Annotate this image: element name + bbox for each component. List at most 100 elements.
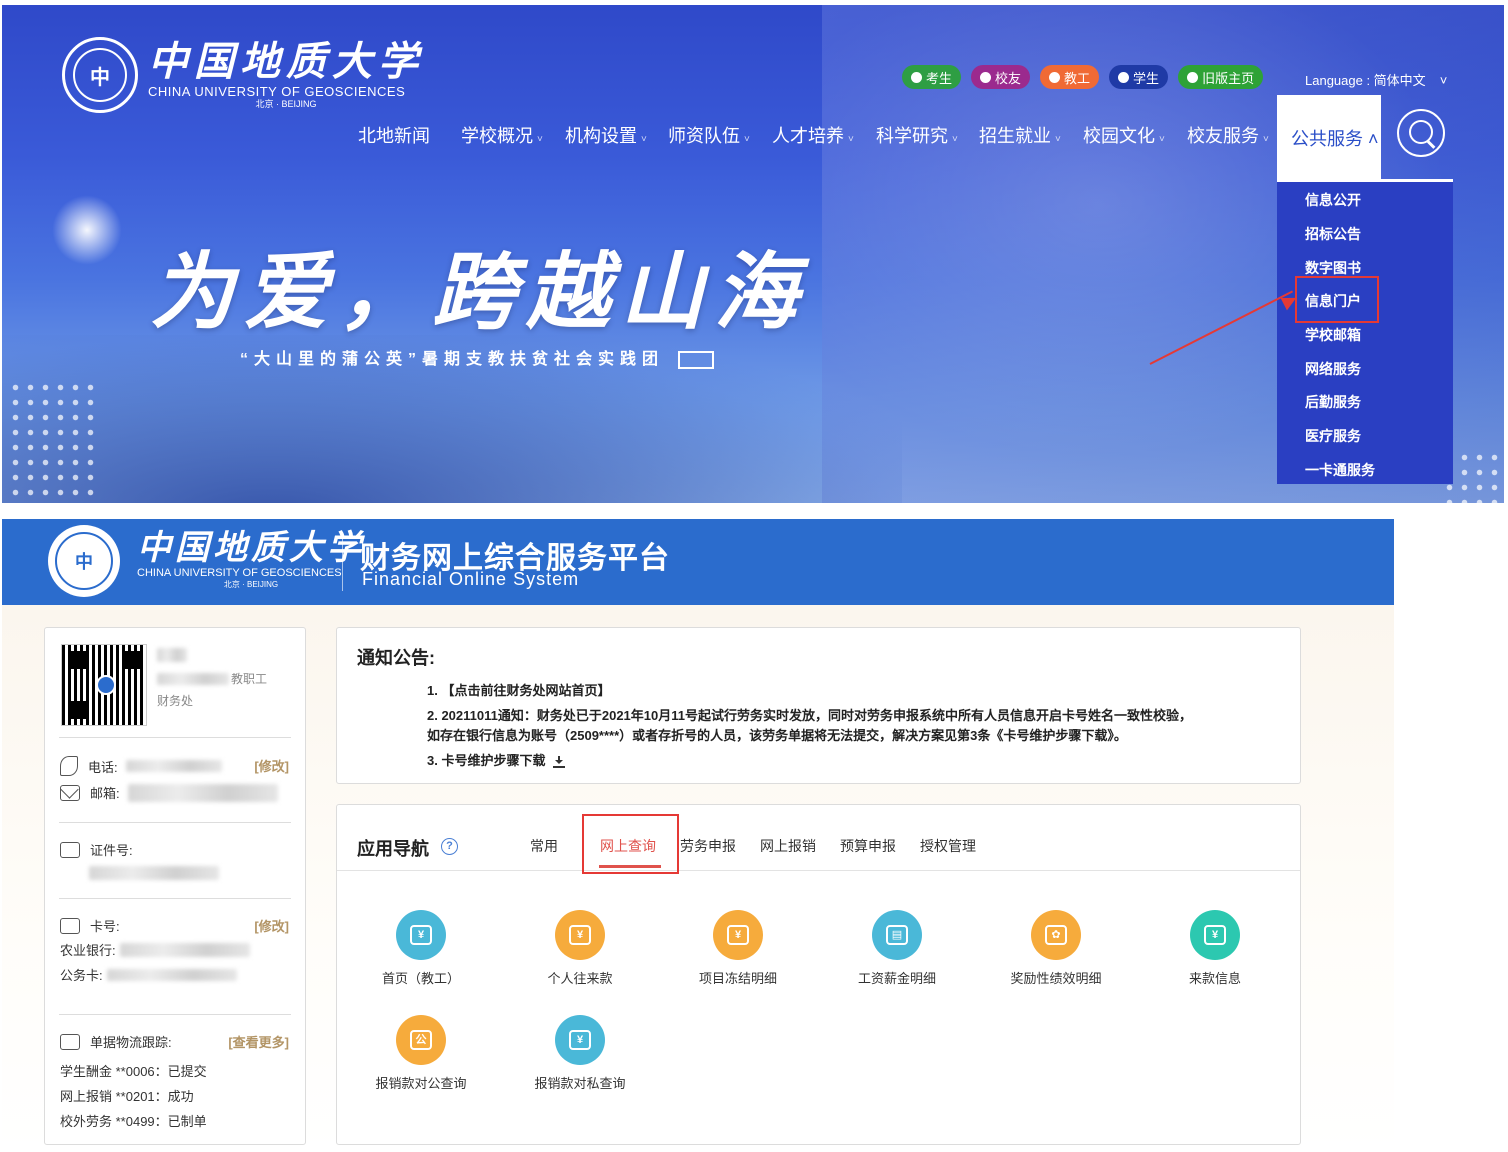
tab-budget-declaration[interactable]: 预算申报 <box>840 836 896 856</box>
phone-icon <box>60 756 78 776</box>
app-reimbursement-public[interactable]: 公 报销款对公查询 <box>346 1015 496 1092</box>
quick-link-old-homepage[interactable]: 旧版主页 <box>1178 65 1264 89</box>
app-navigation-panel: 应用导航 ? 常用 网上查询 劳务申报 网上报销 预算申报 授权管理 ¥ 首页（… <box>336 804 1301 1145</box>
dropdown-item-tender[interactable]: 招标公告 <box>1305 224 1361 244</box>
system-subtitle: Financial Online System <box>362 569 580 589</box>
notice-title: 通知公告: <box>357 648 435 668</box>
university-city: 北京 · BEIJING <box>255 99 317 109</box>
university-seal-icon: 中 <box>62 37 138 113</box>
student-icon <box>1118 71 1130 83</box>
app-salary-details[interactable]: ▤ 工资薪金明细 <box>822 910 972 987</box>
medal-icon: ✿ <box>1031 910 1081 960</box>
official-card-row: 公务卡: <box>60 965 237 984</box>
divider <box>59 898 291 899</box>
notice-line: 如存在银行信息为账号（2509****）或者存折号的人员，该劳务单据将无法提交，… <box>427 728 1127 743</box>
receipt-icon: ¥ <box>555 1015 605 1065</box>
wallet-icon: ▤ <box>872 910 922 960</box>
tracking-icon <box>60 1033 80 1050</box>
globe-icon <box>980 71 992 83</box>
user-name <box>157 646 187 664</box>
dropdown-item-medical[interactable]: 医疗服务 <box>1305 426 1361 446</box>
notice-link-download[interactable]: 3. 卡号维护步骤下载 <box>427 750 566 769</box>
app-nav-header: 应用导航 ? 常用 网上查询 劳务申报 网上报销 预算申报 授权管理 <box>337 805 1300 871</box>
id-row: 证件号: <box>60 840 133 859</box>
bank-card-icon <box>60 917 80 934</box>
tab-online-reimbursement[interactable]: 网上报销 <box>760 836 816 856</box>
nav-admissions[interactable]: 招生就业 ˅ <box>979 116 1061 160</box>
lock-coin-icon: ¥ <box>713 910 763 960</box>
email-value <box>127 783 278 802</box>
nav-culture[interactable]: 校园文化 ˅ <box>1083 116 1165 160</box>
banner-slogan: 为爱，跨越山海 <box>150 242 809 341</box>
dropdown-item-logistics[interactable]: 后勤服务 <box>1305 392 1361 412</box>
nav-departments[interactable]: 机构设置 ˅ <box>565 116 647 160</box>
app-personal-transactions[interactable]: ¥ 个人往来款 <box>505 910 655 987</box>
finance-seal-icon: 中 <box>48 525 120 597</box>
app-home-staff[interactable]: ¥ 首页（教工） <box>346 910 496 987</box>
quick-links: 考生 校友 教工 学生 旧版主页 <box>902 65 1264 89</box>
view-more-link[interactable]: [查看更多] <box>228 1032 289 1051</box>
nav-education[interactable]: 人才培养 ˅ <box>772 116 854 160</box>
tab-labor-declaration[interactable]: 劳务申报 <box>680 836 736 856</box>
nav-faculty[interactable]: 师资队伍 ˅ <box>668 116 750 160</box>
app-incoming-payments[interactable]: ¥ 来款信息 <box>1140 910 1290 987</box>
tracking-item[interactable]: 学生酬金 **0006：已提交 <box>60 1061 207 1080</box>
university-name-en: CHINA UNIVERSITY OF GEOSCIENCES <box>148 84 406 99</box>
app-reimbursement-private[interactable]: ¥ 报销款对私查询 <box>505 1015 655 1092</box>
edit-card-link[interactable]: [修改] <box>254 916 289 935</box>
shield-money-icon: ¥ <box>1190 910 1240 960</box>
quick-link-examinee[interactable]: 考生 <box>902 65 962 89</box>
university-name-cn: 中国地质大学 <box>148 38 424 85</box>
tab-authorization[interactable]: 授权管理 <box>920 836 976 856</box>
edit-phone-link[interactable]: [修改] <box>254 756 289 775</box>
divider <box>59 737 291 738</box>
public-services-dropdown: 信息公开 招标公告 数字图书 信息门户 学校邮箱 网络服务 后勤服务 医疗服务 … <box>1277 179 1453 484</box>
nav-research[interactable]: 科学研究 ˅ <box>876 116 958 160</box>
money-bag-icon: ¥ <box>555 910 605 960</box>
nav-public-services[interactable]: 公共服务 ˄ <box>1277 95 1381 179</box>
dropdown-item-network[interactable]: 网络服务 <box>1305 359 1361 379</box>
search-icon[interactable] <box>1397 109 1445 157</box>
app-performance-bonus[interactable]: ✿ 奖励性绩效明细 <box>981 910 1131 987</box>
tracking-row: 单据物流跟踪: <box>60 1032 172 1051</box>
home-icon <box>1187 71 1199 83</box>
quick-link-staff[interactable]: 教工 <box>1040 65 1100 89</box>
quick-link-student[interactable]: 学生 <box>1109 65 1169 89</box>
id-value <box>89 866 219 880</box>
help-icon[interactable]: ? <box>441 838 458 855</box>
notice-link-home[interactable]: 1. 【点击前往财务处网站首页】 <box>427 680 610 699</box>
voucher-icon: ¥ <box>396 910 446 960</box>
dropdown-item-library[interactable]: 数字图书 <box>1305 258 1361 278</box>
card-row: 卡号: <box>60 916 120 935</box>
bank-value <box>119 942 250 957</box>
finance-logo[interactable]: 中国地质大学 CHINA UNIVERSITY OF GEOSCIENCES 北… <box>137 529 365 590</box>
language-selector[interactable]: Language : 简体中文 ˅ <box>1305 70 1447 89</box>
dropdown-item-mail[interactable]: 学校邮箱 <box>1305 325 1361 345</box>
notice-panel: 通知公告: 1. 【点击前往财务处网站首页】 2. 20211011通知：财务处… <box>336 627 1301 784</box>
profile-card: 教职工 财务处 电话: [修改] 邮箱: 证件号: 卡号: [修改] 农业银行:… <box>44 627 306 1145</box>
dropdown-item-card[interactable]: 一卡通服务 <box>1305 460 1375 480</box>
email-row: 邮箱: <box>60 783 278 802</box>
user-role: 教职工 <box>157 670 267 687</box>
banner-glow <box>52 195 122 265</box>
nav-about[interactable]: 学校概况 ˅ <box>461 116 543 160</box>
qr-code-icon <box>61 644 147 726</box>
highlight-box-online-query <box>582 814 679 874</box>
tracking-item[interactable]: 校外劳务 **0499：已制单 <box>60 1111 207 1130</box>
header-divider <box>342 533 343 591</box>
check-icon <box>911 71 922 83</box>
chevron-down-icon: ˅ <box>1439 73 1448 88</box>
mail-icon <box>60 784 80 801</box>
nav-news[interactable]: 北地新闻 <box>358 116 430 156</box>
id-card-icon <box>60 841 80 858</box>
tracking-item[interactable]: 网上报销 **0201：成功 <box>60 1086 194 1105</box>
dropdown-item-info-disclosure[interactable]: 信息公开 <box>1305 190 1361 210</box>
university-logo[interactable]: 中 中国地质大学 CHINA UNIVERSITY OF GEOSCIENCES… <box>62 37 424 113</box>
app-project-freeze[interactable]: ¥ 项目冻结明细 <box>663 910 813 987</box>
quick-link-alumni[interactable]: 校友 <box>971 65 1031 89</box>
nav-alumni[interactable]: 校友服务 ˅ <box>1187 116 1269 160</box>
tab-common[interactable]: 常用 <box>530 836 558 856</box>
finance-header: 中 中国地质大学 CHINA UNIVERSITY OF GEOSCIENCES… <box>2 519 1394 605</box>
notice-line: 2. 20211011通知：财务处已于2021年10月11号起试行劳务实时发放，… <box>427 708 1192 723</box>
official-card-value <box>106 968 237 981</box>
